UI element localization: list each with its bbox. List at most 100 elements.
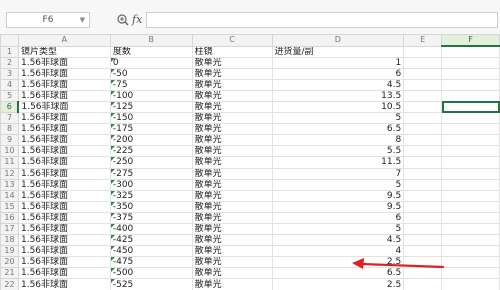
cell-f[interactable] <box>441 45 500 58</box>
cell-b[interactable]: -175 <box>109 123 193 136</box>
cell-f[interactable] <box>441 222 500 236</box>
cell-d[interactable]: 9.5 <box>271 200 405 213</box>
cell-c[interactable]: 柱镜 <box>191 45 273 58</box>
cell-c[interactable]: 散单光 <box>191 256 273 269</box>
cell-a[interactable]: 1.56非球面 <box>17 200 111 213</box>
cell-b[interactable]: -375 <box>109 211 193 225</box>
cell-e[interactable] <box>403 89 443 102</box>
cell-b[interactable]: -150 <box>109 112 193 125</box>
cell-f[interactable] <box>441 123 500 136</box>
cell-a[interactable]: 1.56非球面 <box>17 267 111 280</box>
cell-e[interactable] <box>403 178 443 191</box>
cell-a[interactable]: 1.56非球面 <box>17 222 111 236</box>
row-header[interactable]: 20 <box>0 256 19 269</box>
cell-d[interactable]: 6 <box>271 67 405 80</box>
cell-a[interactable]: 1.56非球面 <box>17 245 111 258</box>
cell-b[interactable]: -125 <box>109 100 193 114</box>
cell-f[interactable] <box>441 178 500 191</box>
cell-c[interactable]: 散单光 <box>191 267 273 280</box>
cell-b[interactable]: -250 <box>109 156 193 169</box>
cell-e[interactable] <box>403 245 443 258</box>
cell-e[interactable] <box>403 200 443 213</box>
cell-a[interactable]: 1.56非球面 <box>17 178 111 191</box>
cell-c[interactable]: 散单光 <box>191 234 273 247</box>
cell-b[interactable]: -475 <box>109 256 193 269</box>
cell-f[interactable] <box>441 278 500 290</box>
cell-f[interactable] <box>441 156 500 169</box>
cell-d[interactable]: 4.5 <box>271 234 405 247</box>
cell-d[interactable]: 进货量/副 <box>271 45 405 58</box>
chevron-down-icon[interactable]: ▼ <box>80 13 85 27</box>
cell-e[interactable] <box>403 45 443 58</box>
row-header[interactable]: 1 <box>0 45 19 58</box>
cell-b[interactable]: 0 <box>109 56 193 69</box>
cell-e[interactable] <box>403 100 443 114</box>
column-header-a[interactable]: A <box>17 34 111 47</box>
cell-e[interactable] <box>403 112 443 125</box>
cell-b[interactable]: -425 <box>109 234 193 247</box>
cell-c[interactable]: 散单光 <box>191 167 273 180</box>
cell-c[interactable]: 散单光 <box>191 200 273 213</box>
cell-d[interactable]: 9.5 <box>271 189 405 202</box>
cell-c[interactable]: 散单光 <box>191 112 273 125</box>
cell-c[interactable]: 散单光 <box>191 178 273 191</box>
cell-f[interactable] <box>441 89 500 102</box>
row-header[interactable]: 9 <box>0 134 19 147</box>
cell-a[interactable]: 1.56非球面 <box>17 67 111 80</box>
cell-a[interactable]: 1.56非球面 <box>17 89 111 102</box>
cell-a[interactable]: 1.56非球面 <box>17 256 111 269</box>
cell-a[interactable]: 1.56非球面 <box>17 145 111 158</box>
row-header[interactable]: 16 <box>0 211 19 225</box>
cell-f[interactable] <box>441 167 500 180</box>
cell-f[interactable] <box>441 56 500 69</box>
cell-c[interactable]: 散单光 <box>191 245 273 258</box>
cell-e[interactable] <box>403 167 443 180</box>
cell-c[interactable]: 散单光 <box>191 278 273 290</box>
cell-f[interactable] <box>441 211 500 225</box>
cell-c[interactable]: 散单光 <box>191 134 273 147</box>
cell-d[interactable]: 5 <box>271 222 405 236</box>
row-header[interactable]: 8 <box>0 123 19 136</box>
cell-c[interactable]: 散单光 <box>191 189 273 202</box>
active-cell[interactable] <box>441 100 500 114</box>
fx-icon[interactable]: fx <box>132 12 142 28</box>
cell-a[interactable]: 1.56非球面 <box>17 100 111 114</box>
cell-f[interactable] <box>441 234 500 247</box>
row-header[interactable]: 15 <box>0 200 19 213</box>
cell-c[interactable]: 散单光 <box>191 156 273 169</box>
cell-f[interactable] <box>441 200 500 213</box>
cell-e[interactable] <box>403 222 443 236</box>
cell-c[interactable]: 散单光 <box>191 211 273 225</box>
cell-c[interactable]: 散单光 <box>191 78 273 91</box>
cell-a[interactable]: 1.56非球面 <box>17 167 111 180</box>
row-header[interactable]: 3 <box>0 67 19 80</box>
cell-f[interactable] <box>441 189 500 202</box>
cell-b[interactable]: 度数 <box>109 45 193 58</box>
row-header[interactable]: 13 <box>0 178 19 191</box>
cell-d[interactable]: 13.5 <box>271 89 405 102</box>
cell-b[interactable]: -300 <box>109 178 193 191</box>
cell-b[interactable]: -525 <box>109 278 193 290</box>
cell-a[interactable]: 1.56非球面 <box>17 211 111 225</box>
name-box[interactable]: F6 ▼ <box>6 12 90 28</box>
cell-c[interactable]: 散单光 <box>191 56 273 69</box>
cell-a[interactable]: 1.56非球面 <box>17 234 111 247</box>
cell-c[interactable]: 散单光 <box>191 67 273 80</box>
cell-f[interactable] <box>441 134 500 147</box>
row-header[interactable]: 2 <box>0 56 19 69</box>
select-all-corner[interactable] <box>0 34 19 47</box>
cell-e[interactable] <box>403 78 443 91</box>
cell-d[interactable]: 5 <box>271 178 405 191</box>
column-header-c[interactable]: C <box>191 34 273 47</box>
cell-d[interactable]: 8 <box>271 134 405 147</box>
column-header-f[interactable]: F <box>441 34 500 47</box>
cell-f[interactable] <box>441 67 500 80</box>
cell-d[interactable]: 2.5 <box>271 278 405 290</box>
cell-b[interactable]: -500 <box>109 267 193 280</box>
cell-b[interactable]: -400 <box>109 222 193 236</box>
column-header-d[interactable]: D <box>271 34 405 47</box>
cell-a[interactable]: 1.56非球面 <box>17 112 111 125</box>
cell-d[interactable]: 4.5 <box>271 78 405 91</box>
cell-c[interactable]: 散单光 <box>191 123 273 136</box>
cell-b[interactable]: -100 <box>109 89 193 102</box>
